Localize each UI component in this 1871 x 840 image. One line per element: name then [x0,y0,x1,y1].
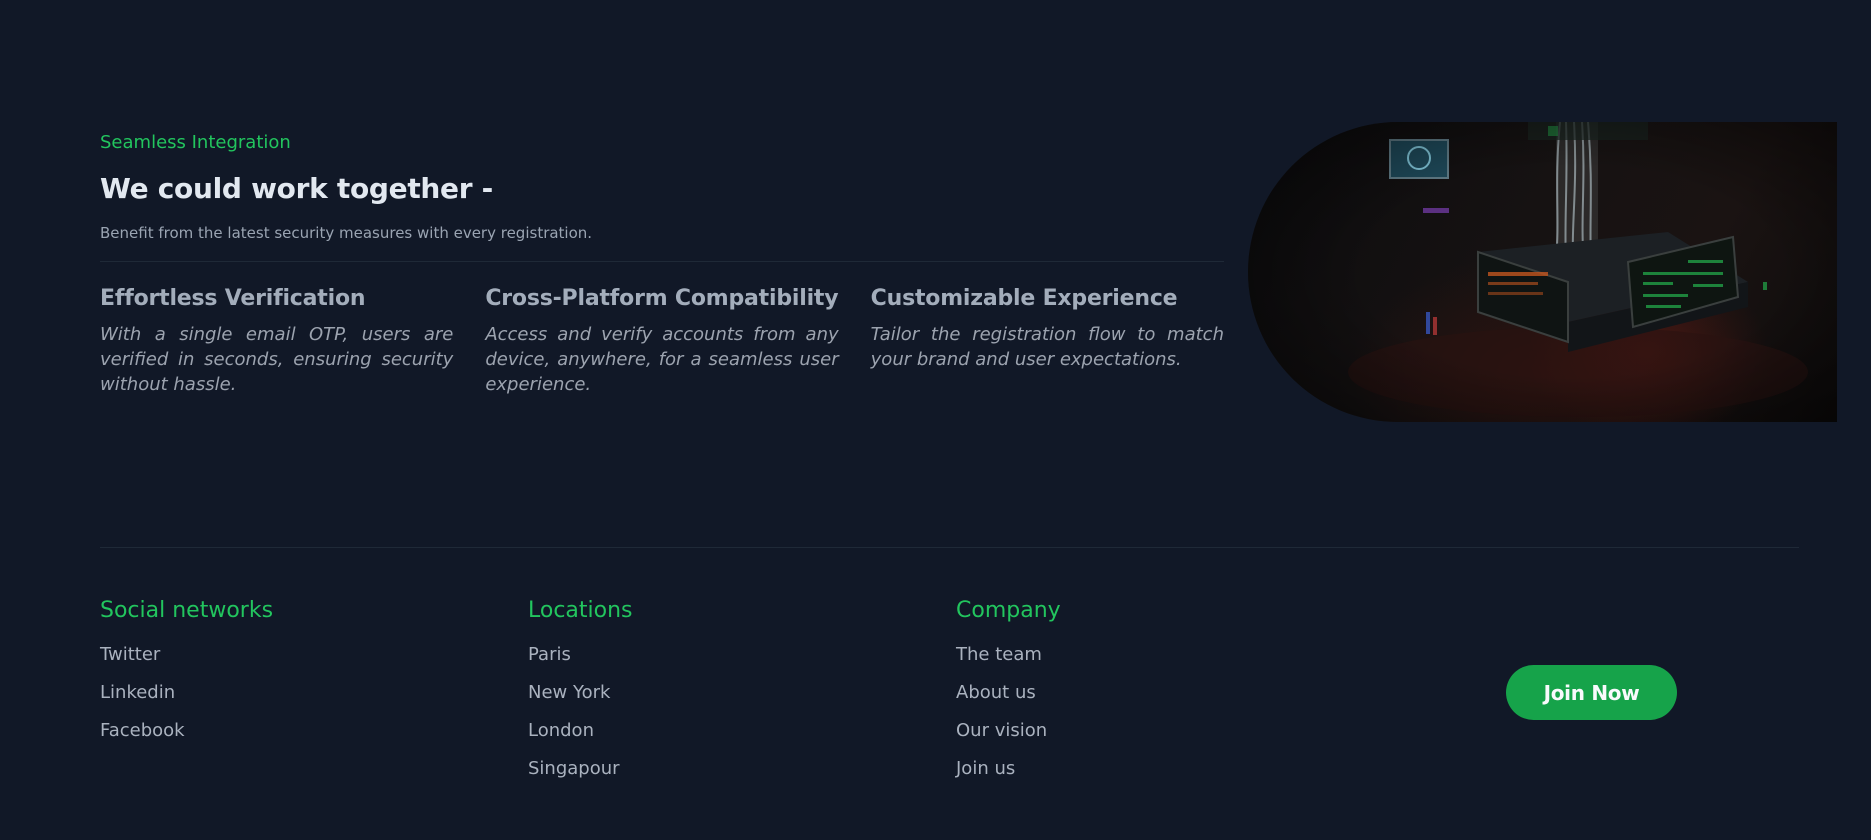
footer-heading-locations: Locations [528,598,633,623]
feature-description: Tailor the registration flow to match yo… [870,324,1224,370]
feature-description: With a single email OTP, users are verif… [100,324,454,395]
section-divider [100,261,1224,262]
footer-link-the-team[interactable]: The team [956,643,1061,681]
footer-heading-social: Social networks [100,598,274,623]
footer-company: Company The team About us Our vision Joi… [956,594,1061,795]
footer-heading-company: Company [956,598,1061,623]
footer-link-singapour[interactable]: Singapour [528,757,633,795]
feature-title: Customizable Experience [870,286,1178,311]
footer-link-join-us[interactable]: Join us [956,757,1061,795]
feature-customizable: Customizable Experience Tailor the regis… [871,284,1224,397]
integration-section: Seamless Integration We could work toget… [100,122,1224,397]
footer-link-twitter[interactable]: Twitter [100,643,273,681]
section-headline: We could work together - [100,172,494,205]
join-now-button[interactable]: Join Now [1506,665,1677,720]
feature-title: Effortless Verification [100,286,366,311]
section-eyebrow: Seamless Integration [100,132,291,153]
page: Seamless Integration We could work toget… [0,0,1871,840]
feature-list: Effortless Verification With a single em… [100,284,1224,397]
feature-title: Cross-Platform Compatibility [485,286,839,311]
footer-link-new-york[interactable]: New York [528,681,633,719]
footer-divider [100,547,1799,548]
footer-social-networks: Social networks Twitter Linkedin Faceboo… [100,594,273,757]
server-room-image [1248,122,1837,422]
footer-link-linkedin[interactable]: Linkedin [100,681,273,719]
feature-effortless-verification: Effortless Verification With a single em… [100,284,453,397]
section-subtitle: Benefit from the latest security measure… [100,224,593,242]
footer-link-london[interactable]: London [528,719,633,757]
server-room-photo-icon [1248,122,1837,422]
footer-link-paris[interactable]: Paris [528,643,633,681]
feature-cross-platform: Cross-Platform Compatibility Access and … [485,284,838,397]
footer-link-our-vision[interactable]: Our vision [956,719,1061,757]
footer-link-facebook[interactable]: Facebook [100,719,273,757]
feature-description: Access and verify accounts from any devi… [485,324,839,395]
footer-locations: Locations Paris New York London Singapou… [528,594,633,795]
footer-link-about-us[interactable]: About us [956,681,1061,719]
